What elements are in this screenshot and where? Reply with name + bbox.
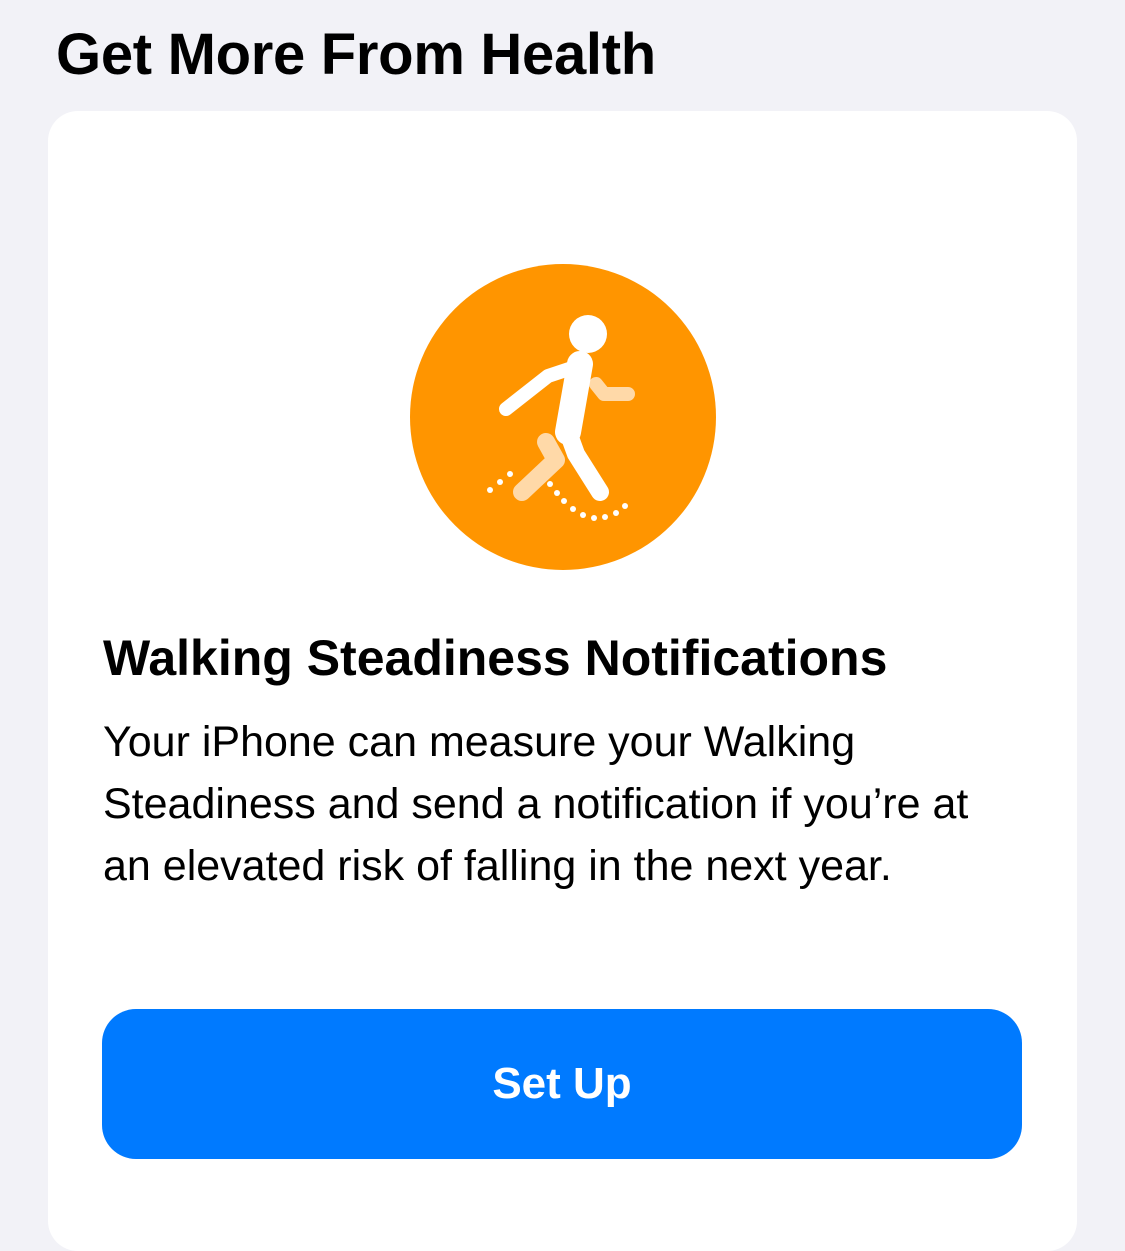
section-title: Get More From Health <box>56 22 656 87</box>
card-title: Walking Steadiness Notifications <box>103 630 888 686</box>
walking-steadiness-icon <box>410 264 716 570</box>
walking-steadiness-card: Walking Steadiness Notifications Your iP… <box>48 111 1077 1251</box>
set-up-button[interactable]: Set Up <box>102 1009 1022 1159</box>
card-description: Your iPhone can measure your Walking Ste… <box>103 718 969 890</box>
